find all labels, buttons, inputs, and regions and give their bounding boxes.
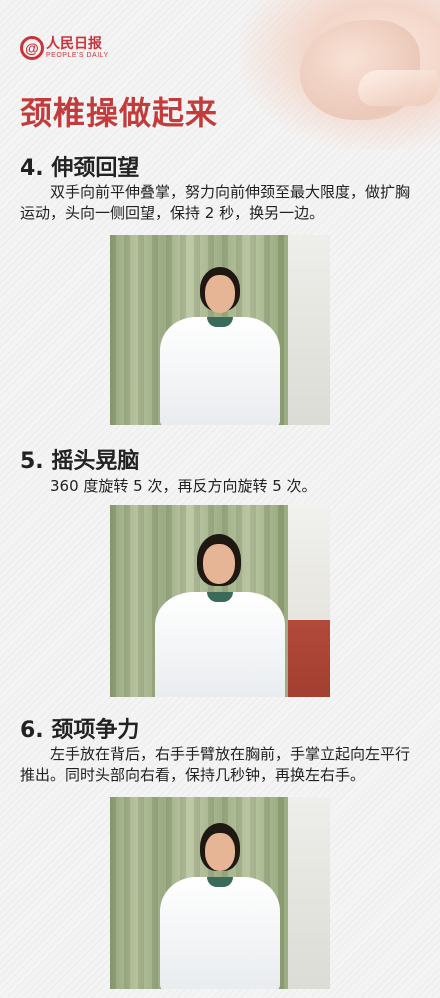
doctor-figure [145, 530, 295, 697]
section-6-heading: 6. 颈项争力 [20, 718, 140, 743]
section-6-text: 左手放在背后，右手手臂放在胸前，手掌立起向左平行推出。同时头部向右看，保持几秒钟… [20, 745, 411, 784]
section-4-photo [110, 235, 330, 425]
peoples-daily-logo: @ 人民日报 PEOPLE'S DAILY [20, 36, 109, 60]
doctor-figure [145, 265, 295, 425]
section-5-photo [110, 505, 330, 697]
page-title: 颈椎操做起来 [20, 94, 219, 132]
section-4-heading: 4. 伸颈回望 [20, 156, 140, 181]
section-5-heading: 5. 摇头晃脑 [20, 449, 140, 474]
at-icon: @ [20, 36, 44, 60]
section-4-text: 双手向前平伸叠掌，努力向前伸颈至最大限度，做扩胸运动，头向一侧回望，保持 2 秒… [20, 183, 411, 222]
header: @ 人民日报 PEOPLE'S DAILY 颈椎操做起来 [0, 0, 440, 150]
logo-name-en: PEOPLE'S DAILY [46, 52, 109, 59]
logo-name-cn: 人民日报 [46, 36, 102, 52]
section-5-text: 360 度旋转 5 次，再反方向旋转 5 次。 [20, 477, 317, 495]
hand-illustration [358, 70, 438, 106]
neck-massage-photo [240, 0, 440, 150]
section-6-photo [110, 797, 330, 989]
doctor-figure [145, 821, 295, 989]
logo-text: 人民日报 PEOPLE'S DAILY [46, 36, 109, 60]
